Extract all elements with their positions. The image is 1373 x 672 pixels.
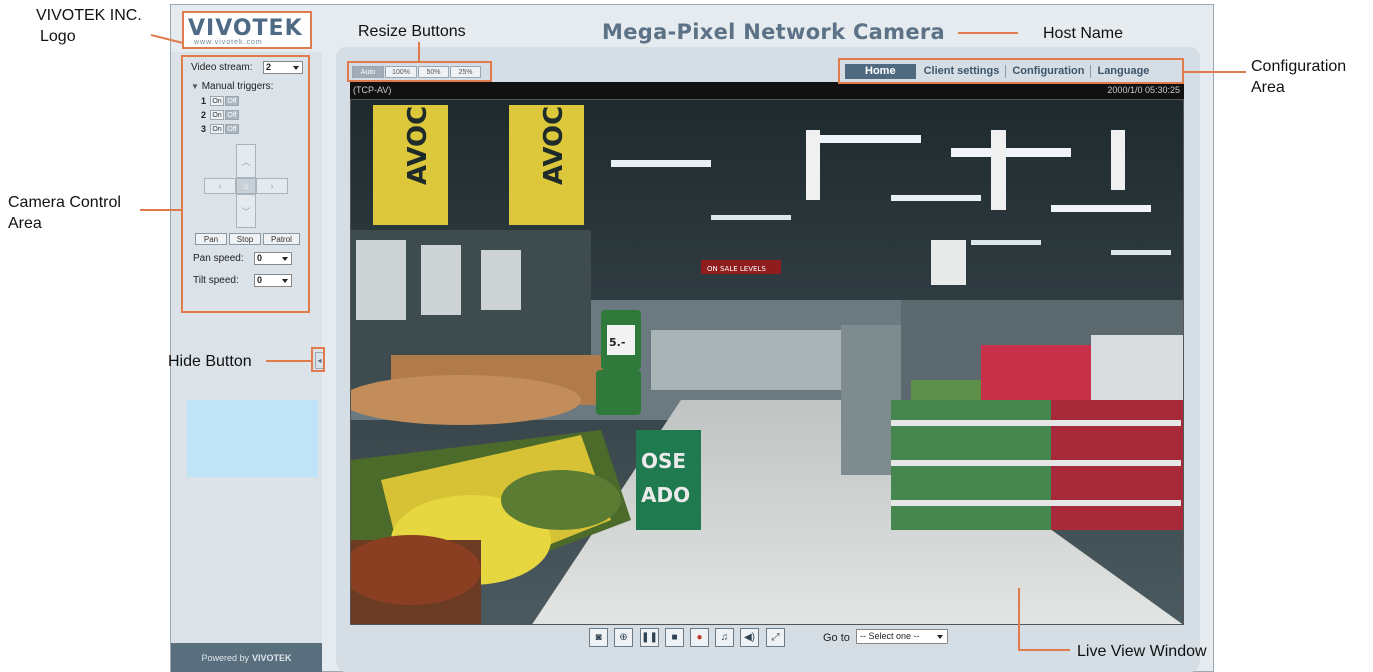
video-protocol: (TCP-AV) bbox=[353, 85, 392, 95]
video-status-bar: (TCP-AV) 2000/1/0 05:30:25 bbox=[350, 82, 1184, 99]
goto-select-value: -- Select one -- bbox=[860, 631, 920, 641]
record-button[interactable]: ● bbox=[690, 628, 709, 647]
configuration-callout-line bbox=[1184, 71, 1246, 73]
volume-icon: ♫ bbox=[720, 632, 729, 643]
hide-button-highlight-box bbox=[311, 347, 325, 372]
camera-control-callout-line2: Area bbox=[8, 215, 42, 232]
stop-stream-button[interactable]: ■ bbox=[665, 628, 684, 647]
fullscreen-icon: ⤢ bbox=[771, 632, 780, 643]
video-sign-4: ADO bbox=[641, 483, 690, 507]
resize-buttons-callout: Resize Buttons bbox=[358, 23, 466, 40]
logo-callout-line2: Logo bbox=[40, 28, 76, 45]
logo-callout-line1: VIVOTEK INC. bbox=[36, 7, 142, 24]
powered-by-label: Powered by bbox=[201, 652, 249, 663]
video-timestamp: 2000/1/0 05:30:25 bbox=[1107, 85, 1180, 95]
snapshot-icon: ◙ bbox=[595, 632, 602, 643]
sidebar-info-box bbox=[187, 400, 318, 477]
host-name-callout: Host Name bbox=[1043, 25, 1124, 42]
talk-button[interactable]: ◀) bbox=[740, 628, 759, 647]
resize-buttons-callout-line bbox=[418, 42, 420, 61]
host-name-callout-line bbox=[958, 32, 1018, 34]
digital-zoom-icon: ⊕ bbox=[619, 632, 628, 643]
configuration-callout-line2: Area bbox=[1251, 79, 1285, 96]
powered-by-brand: VIVOTEK bbox=[252, 652, 292, 663]
volume-button[interactable]: ♫ bbox=[715, 628, 734, 647]
pause-button[interactable]: ❚❚ bbox=[640, 628, 659, 647]
configuration-callout-line1: Configuration bbox=[1251, 58, 1347, 75]
live-view-callout-vline bbox=[1018, 588, 1020, 650]
video-sign-1: AVOC bbox=[403, 106, 433, 185]
hide-button-callout: Hide Button bbox=[168, 353, 252, 370]
live-view-callout-hline bbox=[1018, 649, 1070, 651]
live-view-callout: Live View Window bbox=[1077, 643, 1207, 660]
configuration-area-highlight-box bbox=[838, 58, 1184, 84]
camera-control-highlight-box bbox=[181, 55, 310, 313]
resize-buttons-highlight-box bbox=[347, 61, 492, 82]
logo-highlight-box bbox=[182, 11, 312, 49]
talk-icon: ◀) bbox=[743, 632, 756, 643]
pause-icon: ❚❚ bbox=[641, 632, 658, 643]
goto-label: Go to bbox=[823, 632, 850, 644]
powered-by-footer: Powered by VIVOTEK bbox=[171, 643, 322, 672]
video-sign-3: OSE bbox=[641, 449, 686, 473]
camera-control-callout-line bbox=[140, 209, 182, 211]
stop-icon: ■ bbox=[671, 632, 678, 643]
record-icon: ● bbox=[696, 632, 703, 643]
live-view-image: AVOC AVOC 5.- OSE ADO ON SALE LEVELS bbox=[351, 100, 1183, 624]
video-price: 5.- bbox=[609, 336, 625, 349]
video-sign-5: ON SALE LEVELS bbox=[707, 265, 766, 273]
host-name: Mega-Pixel Network Camera bbox=[602, 20, 945, 44]
chevron-down-icon bbox=[937, 635, 943, 639]
snapshot-button[interactable]: ◙ bbox=[589, 628, 608, 647]
camera-control-callout-line1: Camera Control bbox=[8, 194, 121, 211]
live-view-window[interactable]: AVOC AVOC 5.- OSE ADO ON SALE LEVELS bbox=[350, 99, 1184, 625]
digital-zoom-button[interactable]: ⊕ bbox=[614, 628, 633, 647]
video-sign-2: AVOC bbox=[539, 106, 569, 185]
goto-select[interactable]: -- Select one -- bbox=[856, 629, 948, 644]
fullscreen-button[interactable]: ⤢ bbox=[766, 628, 785, 647]
hide-button-callout-line bbox=[266, 360, 311, 362]
